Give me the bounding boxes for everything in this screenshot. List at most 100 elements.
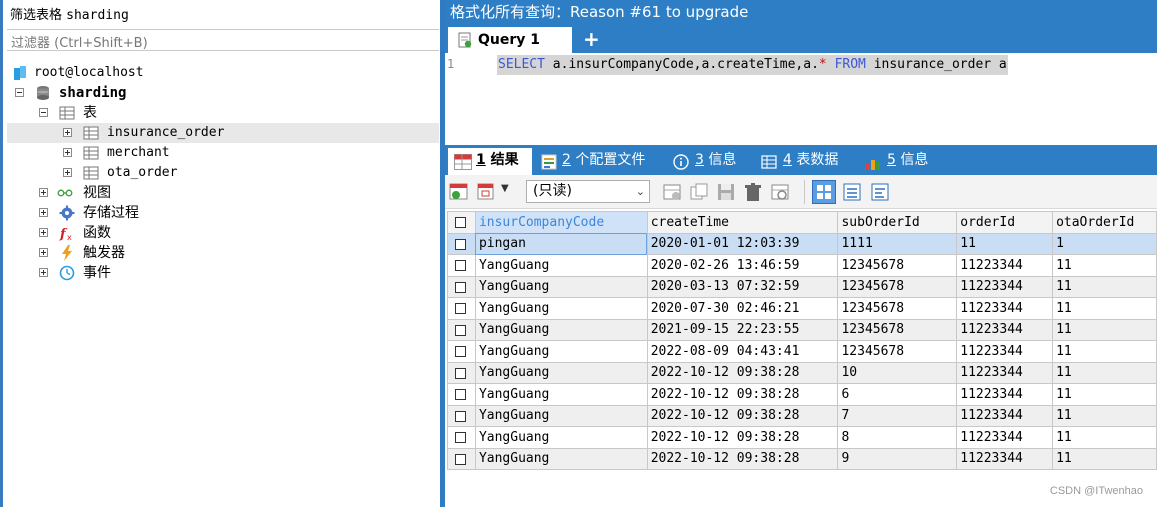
table-cell[interactable]: YangGuang <box>474 426 648 449</box>
table-cell[interactable]: 12345678 <box>837 275 958 298</box>
table-cell[interactable]: 1 <box>1052 232 1157 255</box>
duplicate-row-icon[interactable] <box>688 181 710 203</box>
tree-item-events[interactable]: 事件 <box>7 263 439 283</box>
table-cell[interactable]: 2020-02-26 13:46:59 <box>646 254 839 277</box>
table-cell[interactable]: 8 <box>837 426 958 449</box>
table-cell[interactable]: 11 <box>1052 297 1157 320</box>
readonly-select[interactable]: (只读) ⌄ <box>526 180 650 203</box>
form-view-icon[interactable] <box>841 181 863 203</box>
table-cell[interactable]: YangGuang <box>474 254 648 277</box>
text-view-icon[interactable] <box>869 181 891 203</box>
column-header[interactable]: insurCompanyCode <box>474 211 648 234</box>
table-row[interactable]: YangGuang 2022-10-12 09:38:28 6 11223344 11 <box>447 383 1157 406</box>
row-checkbox[interactable] <box>455 324 466 336</box>
select-all-header[interactable] <box>447 211 476 234</box>
table-cell[interactable]: 11 <box>1052 404 1157 427</box>
sql-editor[interactable]: 1 SELECT a.insurCompanyCode,a.createTime… <box>445 53 1157 145</box>
table-cell[interactable]: 11 <box>1052 426 1157 449</box>
table-row[interactable]: pingan 2020-01-01 12:03:39 1111 11 1 <box>447 232 1157 255</box>
save-icon[interactable] <box>715 181 737 203</box>
column-header[interactable]: createTime <box>646 211 839 234</box>
table-cell[interactable]: 12345678 <box>837 340 958 363</box>
expand-icon[interactable] <box>63 128 72 137</box>
table-cell[interactable]: YangGuang <box>474 361 648 384</box>
tree-item-views[interactable]: 视图 <box>7 183 439 203</box>
row-checkbox-cell[interactable] <box>447 383 476 406</box>
table-cell[interactable]: 9 <box>837 447 958 470</box>
grid-options-icon[interactable] <box>476 181 498 203</box>
delete-icon[interactable] <box>742 181 764 203</box>
table-cell[interactable]: 2022-10-12 09:38:28 <box>646 404 839 427</box>
table-cell[interactable]: 11 <box>1052 383 1157 406</box>
row-checkbox-cell[interactable] <box>447 275 476 298</box>
table-cell[interactable]: 6 <box>837 383 958 406</box>
tree-item-triggers[interactable]: 触发器 <box>7 243 439 263</box>
tree-item-tables-folder[interactable]: 表 <box>7 103 439 123</box>
table-cell[interactable]: 2022-10-12 09:38:28 <box>646 426 839 449</box>
row-checkbox-cell[interactable] <box>447 447 476 470</box>
tree-item-table-merchant[interactable]: merchant <box>7 143 439 163</box>
table-cell[interactable]: YangGuang <box>474 447 648 470</box>
table-cell[interactable]: 11 <box>956 232 1054 255</box>
table-cell[interactable]: 11223344 <box>956 426 1054 449</box>
table-cell[interactable]: 2022-10-12 09:38:28 <box>646 383 839 406</box>
expand-icon[interactable] <box>63 148 72 157</box>
table-cell[interactable]: YangGuang <box>474 318 648 341</box>
column-header[interactable]: otaOrderId <box>1052 211 1157 234</box>
table-cell[interactable]: 11223344 <box>956 275 1054 298</box>
table-cell[interactable]: 12345678 <box>837 318 958 341</box>
tab-table-data[interactable]: 4 表数据 <box>759 148 849 175</box>
table-cell[interactable]: 2021-09-15 22:23:55 <box>646 318 839 341</box>
table-cell[interactable]: 11 <box>1052 361 1157 384</box>
tree-item-connection[interactable]: root@localhost <box>7 63 439 83</box>
expand-icon[interactable] <box>63 168 72 177</box>
tree-item-functions[interactable]: f x 函数 <box>7 223 439 243</box>
tree-item-table-ota-order[interactable]: ota_order <box>7 163 439 183</box>
row-checkbox-cell[interactable] <box>447 232 476 255</box>
insert-row-icon[interactable] <box>661 181 683 203</box>
table-row[interactable]: YangGuang 2021-09-15 22:23:55 12345678 1122… <box>447 318 1157 341</box>
collapse-icon[interactable] <box>39 108 48 117</box>
tree-item-table-insurance-order[interactable]: insurance_order <box>7 123 439 143</box>
table-cell[interactable]: 2020-03-13 07:32:59 <box>646 275 839 298</box>
table-row[interactable]: YangGuang 2022-10-12 09:38:28 7 11223344 11 <box>447 404 1157 427</box>
table-row[interactable]: YangGuang 2020-02-26 13:46:59 12345678 1122… <box>447 254 1157 277</box>
table-cell[interactable]: 2022-10-12 09:38:28 <box>646 361 839 384</box>
tab-results[interactable]: 1 结果 <box>448 148 532 175</box>
expand-icon[interactable] <box>39 268 48 277</box>
tree-item-database[interactable]: sharding <box>7 83 439 103</box>
row-checkbox-cell[interactable] <box>447 426 476 449</box>
row-checkbox-cell[interactable] <box>447 340 476 363</box>
row-checkbox[interactable] <box>455 367 466 379</box>
table-cell[interactable]: 10 <box>837 361 958 384</box>
row-checkbox-cell[interactable] <box>447 404 476 427</box>
table-cell[interactable]: YangGuang <box>474 275 648 298</box>
refresh-grid-icon[interactable] <box>769 181 791 203</box>
table-cell[interactable]: 11 <box>1052 340 1157 363</box>
table-row[interactable]: YangGuang 2022-10-12 09:38:28 8 11223344 11 <box>447 426 1157 449</box>
grid-view-icon[interactable] <box>812 180 836 204</box>
column-header[interactable]: subOrderId <box>837 211 958 234</box>
table-cell[interactable]: 2022-08-09 04:43:41 <box>646 340 839 363</box>
expand-icon[interactable] <box>39 228 48 237</box>
row-checkbox-cell[interactable] <box>447 361 476 384</box>
table-cell[interactable]: 11223344 <box>956 297 1054 320</box>
row-checkbox[interactable] <box>455 260 466 272</box>
select-all-checkbox[interactable] <box>455 217 466 229</box>
row-checkbox[interactable] <box>455 238 466 250</box>
table-cell[interactable]: pingan <box>474 232 648 255</box>
table-cell[interactable]: 11223344 <box>956 361 1054 384</box>
table-row[interactable]: YangGuang 2022-10-12 09:38:28 9 11223344 11 <box>447 447 1157 470</box>
row-checkbox[interactable] <box>455 453 466 465</box>
table-cell[interactable]: 11223344 <box>956 383 1054 406</box>
expand-icon[interactable] <box>39 208 48 217</box>
row-checkbox-cell[interactable] <box>447 318 476 341</box>
table-cell[interactable]: 11 <box>1052 275 1157 298</box>
row-checkbox-cell[interactable] <box>447 254 476 277</box>
table-cell[interactable]: 11223344 <box>956 404 1054 427</box>
table-cell[interactable]: 11223344 <box>956 254 1054 277</box>
row-checkbox[interactable] <box>455 410 466 422</box>
table-cell[interactable]: 2020-01-01 12:03:39 <box>646 232 839 255</box>
row-checkbox[interactable] <box>455 303 466 315</box>
table-cell[interactable]: 11 <box>1052 318 1157 341</box>
